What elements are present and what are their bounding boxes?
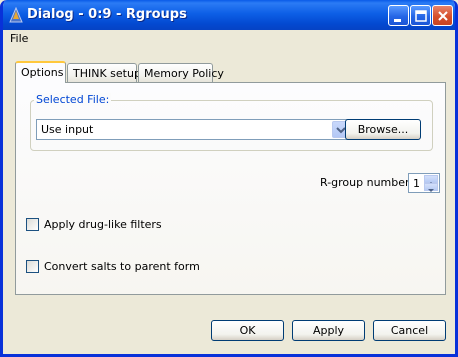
minimize-button[interactable] bbox=[388, 5, 409, 26]
convert-salts-checkbox[interactable] bbox=[26, 260, 39, 273]
tab-think-setup[interactable]: THINK setup bbox=[67, 63, 141, 82]
dialog-window: Dialog - 0:9 - Rgroups File Options THIN… bbox=[0, 0, 458, 357]
options-panel: Selected File: Use input Browse... R-gro… bbox=[15, 82, 446, 295]
file-select[interactable]: Use input bbox=[36, 119, 350, 140]
chevron-down-icon bbox=[428, 189, 434, 192]
convert-salts-label[interactable]: Convert salts to parent form bbox=[44, 260, 200, 273]
menu-file[interactable]: File bbox=[10, 32, 28, 45]
ok-button[interactable]: OK bbox=[211, 320, 284, 341]
selected-file-legend: Selected File: bbox=[34, 93, 112, 106]
close-button[interactable] bbox=[432, 5, 453, 26]
window-title: Dialog - 0:9 - Rgroups bbox=[27, 7, 187, 22]
menu-bar: File bbox=[3, 30, 455, 48]
maximize-icon bbox=[415, 10, 427, 22]
title-bar[interactable]: Dialog - 0:9 - Rgroups bbox=[3, 0, 455, 30]
rgroup-number-value[interactable]: 1 bbox=[413, 177, 420, 190]
spinner-buttons bbox=[424, 175, 438, 192]
close-icon bbox=[438, 11, 448, 21]
browse-button[interactable]: Browse... bbox=[345, 119, 421, 140]
spin-down-button[interactable] bbox=[424, 183, 438, 192]
drug-like-filters-checkbox[interactable] bbox=[26, 218, 39, 231]
cancel-button[interactable]: Cancel bbox=[373, 320, 446, 341]
app-logo-icon bbox=[9, 6, 23, 23]
apply-button[interactable]: Apply bbox=[292, 320, 365, 341]
spin-up-button[interactable] bbox=[424, 175, 438, 185]
maximize-button[interactable] bbox=[410, 5, 431, 26]
rgroup-number-spinner[interactable]: 1 bbox=[408, 173, 440, 193]
minimize-icon bbox=[394, 19, 401, 22]
rgroup-number-label: R-group number: bbox=[320, 176, 414, 189]
tab-options[interactable]: Options bbox=[15, 61, 66, 83]
file-select-value: Use input bbox=[41, 123, 94, 136]
tab-memory-policy[interactable]: Memory Policy bbox=[138, 63, 224, 82]
drug-like-filters-label[interactable]: Apply drug-like filters bbox=[44, 218, 162, 231]
